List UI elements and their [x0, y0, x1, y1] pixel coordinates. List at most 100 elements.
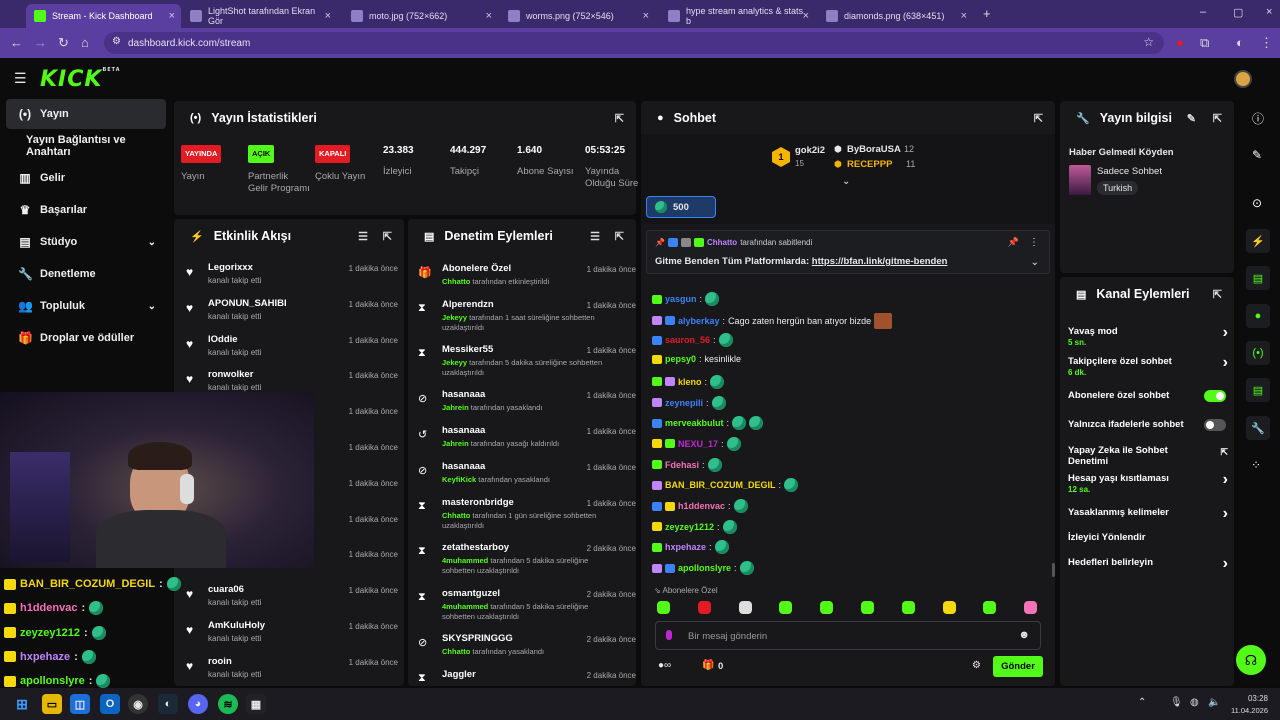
- feed-username[interactable]: APONUN_SAHIBI: [208, 298, 287, 309]
- mod-target[interactable]: Jaggler: [442, 669, 476, 680]
- leader-name[interactable]: ByBoraUSA: [847, 144, 901, 155]
- mod-actor[interactable]: Jahrein: [442, 403, 469, 412]
- kicks-icon[interactable]: ●∞: [658, 660, 671, 671]
- minimize-icon[interactable]: –: [1200, 6, 1206, 18]
- chat-username[interactable]: apollonslyre: [678, 563, 731, 573]
- mod-actor[interactable]: 4muhammed: [442, 556, 488, 565]
- quick-emote-icon[interactable]: [983, 601, 997, 614]
- quick-emote-icon[interactable]: [942, 601, 956, 614]
- feed-username[interactable]: Legorixxx: [208, 262, 253, 273]
- quick-emote-icon[interactable]: [1024, 601, 1038, 614]
- chat-username[interactable]: h1ddenvac: [678, 501, 725, 511]
- store-icon[interactable]: ◫: [70, 694, 90, 714]
- channel-action-row[interactable]: Hedefleri belirleyin ›: [1068, 555, 1228, 572]
- windows-start-icon[interactable]: ⊞: [12, 694, 32, 714]
- info-icon[interactable]: ⓘ: [1252, 110, 1264, 127]
- mod-actor[interactable]: KeyfiKick: [442, 475, 476, 484]
- chat-username[interactable]: merveakbulut: [665, 418, 724, 428]
- chat-username[interactable]: kleno: [678, 377, 702, 387]
- category-name[interactable]: Sadece Sohbet: [1097, 166, 1162, 177]
- feed-username[interactable]: AmKuluHoly: [208, 620, 265, 631]
- mod-actor[interactable]: Jahrein: [442, 439, 469, 448]
- maximize-icon[interactable]: ▢: [1233, 6, 1243, 19]
- emoji-icon[interactable]: ☻: [1018, 629, 1030, 641]
- channel-action-row[interactable]: Abonelere özel sohbet: [1068, 390, 1228, 402]
- popout-icon[interactable]: ⇱: [1213, 288, 1222, 301]
- kick-logo[interactable]: KICKBETA: [40, 67, 121, 92]
- quick-emote-icon[interactable]: [820, 601, 834, 614]
- chat-username[interactable]: zeynepili: [665, 398, 703, 408]
- site-info-icon[interactable]: ⚙: [112, 36, 121, 47]
- clock-time[interactable]: 03:28: [1230, 694, 1268, 703]
- toggle-switch[interactable]: [1204, 419, 1226, 431]
- discord-icon[interactable]: ◕: [188, 694, 208, 714]
- channel-action-row[interactable]: Hesap yaşı kısıtlaması 12 sa. ›: [1068, 471, 1228, 494]
- sidebar-item[interactable]: 👥 Topluluk ⌄: [6, 291, 166, 321]
- feed-username[interactable]: cuara06: [208, 584, 244, 595]
- popout-icon[interactable]: ⇱: [1034, 112, 1043, 125]
- mod-target[interactable]: osmantguzel: [442, 588, 500, 599]
- toggle-switch[interactable]: [1204, 390, 1226, 402]
- gift-icon[interactable]: 🎁: [702, 660, 714, 671]
- support-headset-icon[interactable]: ☊: [1236, 645, 1266, 675]
- volume-icon[interactable]: 🔈: [1208, 697, 1220, 708]
- close-window-icon[interactable]: ×: [1266, 6, 1272, 18]
- mod-target[interactable]: SKYSPRINGGG: [442, 633, 513, 644]
- mod-target[interactable]: Messiker55: [442, 344, 493, 355]
- category-thumbnail[interactable]: [1069, 165, 1091, 195]
- channel-action-row[interactable]: Yavaş mod 5 sn. ›: [1068, 324, 1228, 347]
- chrome-icon[interactable]: ◉: [128, 694, 148, 714]
- browser-tab[interactable]: hype stream analytics & stats b ×: [660, 4, 815, 28]
- tray-chevron-icon[interactable]: ⌃: [1138, 697, 1146, 708]
- wrench-icon[interactable]: 🔧: [1246, 416, 1270, 440]
- filter-icon[interactable]: ☰: [590, 230, 600, 243]
- spotify-icon[interactable]: ≋: [218, 694, 238, 714]
- chat-bubble-icon[interactable]: ●: [1246, 304, 1270, 328]
- mod-actor[interactable]: Chhatto: [442, 511, 470, 520]
- sidebar-item[interactable]: ▤ Stüdyo ⌄: [6, 227, 166, 257]
- edit-pencil-icon[interactable]: ✎: [1187, 112, 1196, 125]
- tab-close-icon[interactable]: ×: [169, 10, 175, 22]
- chat-username[interactable]: BAN_BIR_COZUM_DEGIL: [665, 480, 776, 490]
- expand-leaderboard-icon[interactable]: ⌄: [842, 176, 850, 187]
- mod-actor[interactable]: Chhatto: [442, 277, 470, 286]
- reload-icon[interactable]: ↻: [58, 35, 69, 51]
- feed-username[interactable]: rooin: [208, 656, 232, 667]
- kicks-counter[interactable]: 500: [646, 196, 716, 218]
- edit-pencil-icon[interactable]: ✎: [1252, 148, 1262, 162]
- browser-tab[interactable]: Stream - Kick Dashboard ×: [26, 4, 181, 28]
- popout-icon[interactable]: ⇱: [615, 230, 624, 243]
- microphone-tray-icon[interactable]: 🎙: [1170, 697, 1183, 708]
- channel-action-row[interactable]: Yalnızca ifadelerle sohbet: [1068, 419, 1228, 431]
- mod-target[interactable]: hasanaaa: [442, 461, 485, 472]
- mod-target[interactable]: hasanaaa: [442, 425, 485, 436]
- tab-close-icon[interactable]: ×: [803, 10, 809, 22]
- extensions-puzzle-icon[interactable]: ⧉: [1200, 35, 1209, 51]
- channel-action-row[interactable]: İzleyici Yönlendir: [1068, 532, 1228, 543]
- browser-tab[interactable]: LightShot tarafından Ekran Gör ×: [182, 4, 337, 28]
- forward-icon[interactable]: →: [34, 35, 47, 50]
- mod-target[interactable]: Abonelere Özel: [442, 263, 511, 274]
- sidebar-item[interactable]: ▥ Gelir: [6, 163, 166, 193]
- popout-icon[interactable]: ⇱: [615, 112, 624, 125]
- outlook-icon[interactable]: O: [100, 694, 120, 714]
- feed-username[interactable]: ronwolker: [208, 369, 253, 380]
- chat-username[interactable]: hxpehaze: [665, 542, 706, 552]
- sidebar-item[interactable]: ♛ Başarılar: [6, 195, 166, 225]
- more-widgets-icon[interactable]: ⁘: [1251, 458, 1261, 472]
- sidebar-item[interactable]: (•) Yayın: [6, 99, 166, 129]
- browser-tab[interactable]: worms.png (752×546) ×: [500, 4, 655, 28]
- microphone-icon[interactable]: [666, 630, 672, 640]
- send-button[interactable]: Gönder: [993, 656, 1043, 677]
- unpin-icon[interactable]: 📌: [1008, 237, 1019, 248]
- address-bar[interactable]: ⚙ dashboard.kick.com/stream ☆: [104, 32, 1164, 54]
- mod-actor[interactable]: Jekeyy: [442, 313, 467, 322]
- profile-avatar[interactable]: ◐: [1236, 35, 1244, 50]
- channel-action-row[interactable]: Takipçilere özel sohbet 6 dk. ›: [1068, 354, 1228, 377]
- filter-icon[interactable]: ☰: [358, 230, 368, 243]
- tab-close-icon[interactable]: ×: [325, 10, 331, 22]
- document-icon[interactable]: ▤: [1246, 266, 1270, 290]
- steam-icon[interactable]: ◐: [158, 694, 178, 714]
- back-icon[interactable]: ←: [10, 35, 23, 50]
- quick-emote-icon[interactable]: [779, 601, 793, 614]
